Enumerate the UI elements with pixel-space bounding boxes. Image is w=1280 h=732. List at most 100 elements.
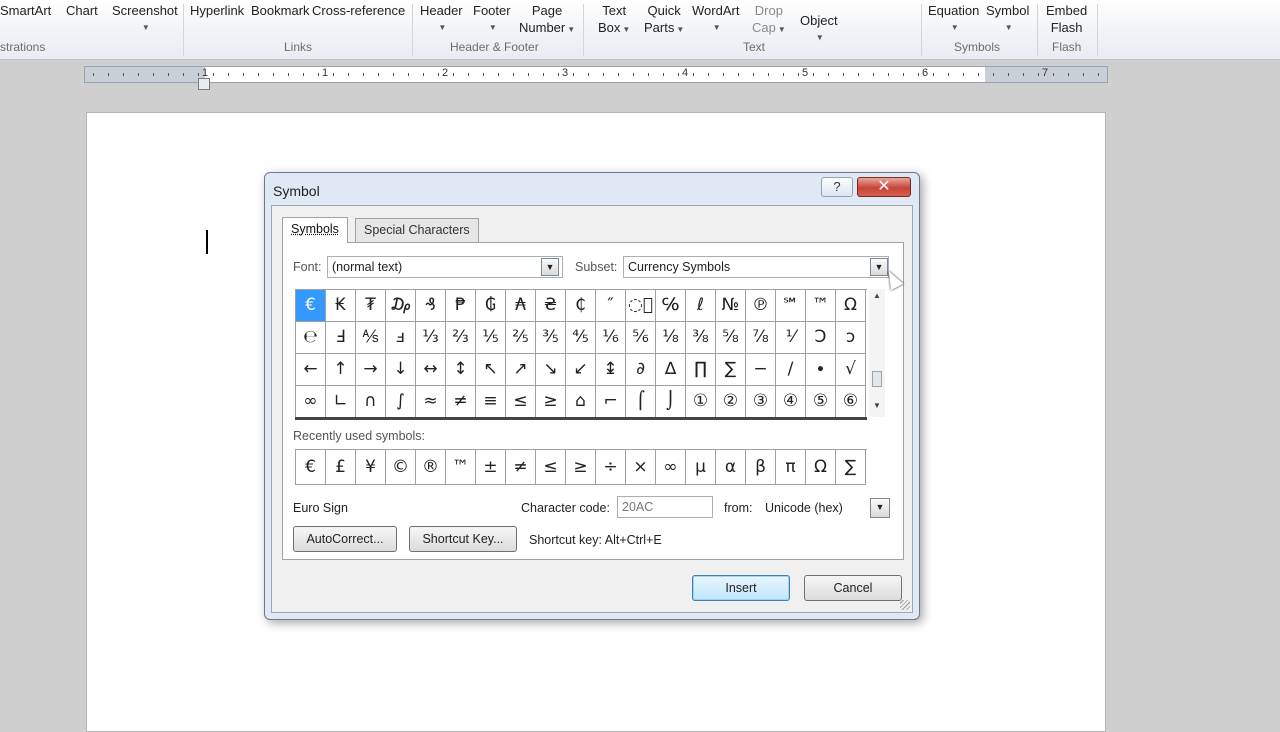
recent-symbol-cell[interactable]: ¥ [356,450,386,485]
symbol-cell[interactable]: ⅙ [596,322,626,354]
recent-symbol-cell[interactable]: ∑ [836,450,866,485]
symbol-cell[interactable]: ④ [776,386,806,418]
symbol-cell[interactable]: ≡ [476,386,506,418]
symbol-grid[interactable]: € ₭ ₮ ₯ ₰ ₱ ₲ ₳ ₴ ₵ ″ ◌⃝ ℅ ℓ № ℗ ℠ ™ Ω ℮ Ⅎ ⅍ ⅎ ⅓ ⅔ ⅕ ⅖ ⅗ ⅘ ⅙ ⅚ ⅛ ⅜ ⅝ ⅞ ⅟ Ↄↄ ←… [295,289,867,418]
symbol-cell[interactable]: ↙ [566,354,596,386]
symbol-cell[interactable]: ≤ [506,386,536,418]
recent-symbol-cell[interactable]: £ [326,450,356,485]
symbol-cell[interactable]: ℓ [686,290,716,322]
symbol-cell[interactable]: ∕ [776,354,806,386]
symbol-cell[interactable]: ∞ [296,386,326,418]
symbol-cell[interactable]: ↕ [446,354,476,386]
autocorrect-button[interactable]: AutoCorrect... [293,526,397,552]
text-box-button[interactable]: Text Box ▼ [598,2,630,38]
symbol-cell[interactable]: ↑ [326,354,356,386]
symbol-cell[interactable]: ≠ [446,386,476,418]
help-button[interactable]: ? [821,177,853,197]
symbol-cell[interactable]: ⅗ [536,322,566,354]
symbol-cell[interactable]: ⅖ [506,322,536,354]
font-dropdown-arrow-icon[interactable]: ▼ [541,258,559,276]
from-select-value[interactable]: Unicode (hex) [765,501,843,515]
symbol-cell[interactable]: ″ [596,290,626,322]
symbol-cell[interactable]: Ⅎ [326,322,356,354]
scroll-thumb[interactable] [872,371,882,387]
symbol-cell[interactable]: ② [716,386,746,418]
footer-button[interactable]: Footer ▼ [473,2,511,36]
symbol-cell[interactable]: ⅚ [626,322,656,354]
symbol-cell[interactable]: ₯ [386,290,416,322]
scroll-down-icon[interactable]: ▼ [869,399,885,413]
recent-symbol-cell[interactable]: µ [686,450,716,485]
symbol-cell[interactable]: ₳ [506,290,536,322]
symbol-button[interactable]: Symbol ▼ [986,2,1029,36]
symbol-cell[interactable]: ⅍ [356,322,386,354]
recent-symbol-cell[interactable]: ™ [446,450,476,485]
symbol-cell[interactable]: − [746,354,776,386]
symbol-cell[interactable]: ① [686,386,716,418]
symbol-cell[interactable]: ⑤ [806,386,836,418]
shortcut-key-button[interactable]: Shortcut Key... [409,526,517,552]
symbol-cell[interactable]: ↘ [536,354,566,386]
symbol-cell[interactable]: № [716,290,746,322]
insert-button[interactable]: Insert [692,575,790,601]
chart-button[interactable]: Chart [66,2,98,19]
font-select[interactable]: (normal text) [327,256,563,278]
symbol-cell[interactable]: ∑ [716,354,746,386]
symbol-cell[interactable]: ⅝ [716,322,746,354]
symbol-cell[interactable]: ℅ [656,290,686,322]
recent-symbol-cell[interactable]: ∞ [656,450,686,485]
hyperlink-button[interactable]: Hyperlink [190,2,244,19]
symbol-cell[interactable]: ∆ [656,354,686,386]
recent-symbols-row[interactable]: € £ ¥ © ® ™ ± ≠ ≤ ≥ ÷ × ∞ µ α β π Ω ∑ [295,449,867,485]
embed-flash-button[interactable]: Embed Flash [1046,2,1087,36]
symbol-cell[interactable]: ③ [746,386,776,418]
symbol-cell[interactable]: ⌠ [626,386,656,418]
symbol-cell[interactable]: ⌡ [656,386,686,418]
recent-symbol-cell[interactable]: ≠ [506,450,536,485]
symbol-cell[interactable]: ∟ [326,386,356,418]
symbol-grid-scrollbar[interactable]: ▲ ▼ [869,289,885,417]
symbol-cell[interactable]: ⅟ [776,322,806,354]
scroll-up-icon[interactable]: ▲ [869,289,885,303]
symbol-cell[interactable]: ∂ [626,354,656,386]
header-button[interactable]: Header ▼ [420,2,463,36]
recent-symbol-cell[interactable]: × [626,450,656,485]
symbol-cell[interactable]: ₵ [566,290,596,322]
recent-symbol-cell[interactable]: ≤ [536,450,566,485]
symbol-cell[interactable]: ₲ [476,290,506,322]
symbol-cell[interactable]: ∫ [386,386,416,418]
symbol-cell[interactable]: ₰ [416,290,446,322]
screenshot-button[interactable]: Screenshot ▼ [112,2,178,36]
symbol-cell[interactable]: ∏ [686,354,716,386]
symbol-cell[interactable]: ↓ [386,354,416,386]
resize-grip-icon[interactable] [900,600,910,610]
page-number-button[interactable]: Page Number ▼ [519,2,575,38]
symbol-cell[interactable]: ⅛ [656,322,686,354]
symbol-cell[interactable]: ℮ [296,322,326,354]
object-button[interactable]: Object ▼ [800,12,838,46]
smartart-button[interactable]: SmartArt [0,2,51,19]
symbol-cell[interactable]: ₴ [536,290,566,322]
symbol-cell[interactable]: ⅔ [446,322,476,354]
symbol-cell[interactable]: ← [296,354,326,386]
drop-cap-button[interactable]: Drop Cap ▼ [752,2,786,38]
symbol-cell[interactable]: ⅘ [566,322,596,354]
bookmark-button[interactable]: Bookmark [251,2,310,19]
symbol-cell[interactable]: ≈ [416,386,446,418]
symbol-cell[interactable]: √ [836,354,866,386]
symbol-cell[interactable]: ⅕ [476,322,506,354]
symbol-cell[interactable]: ◌⃝ [626,290,656,322]
symbol-cell[interactable]: ⅜ [686,322,716,354]
quick-parts-button[interactable]: Quick Parts ▼ [644,2,684,38]
symbol-cell[interactable]: ↔ [416,354,446,386]
symbol-cell[interactable]: ↖ [476,354,506,386]
recent-symbol-cell[interactable]: ÷ [596,450,626,485]
symbol-cell[interactable]: ∩ [356,386,386,418]
symbol-cell[interactable]: ↗ [506,354,536,386]
indent-marker[interactable] [198,78,210,90]
symbol-cell[interactable]: ₭ [326,290,356,322]
recent-symbol-cell[interactable]: ± [476,450,506,485]
tab-symbols[interactable]: Symbols [282,217,348,243]
symbol-cell[interactable]: → [356,354,386,386]
recent-symbol-cell[interactable]: Ω [806,450,836,485]
